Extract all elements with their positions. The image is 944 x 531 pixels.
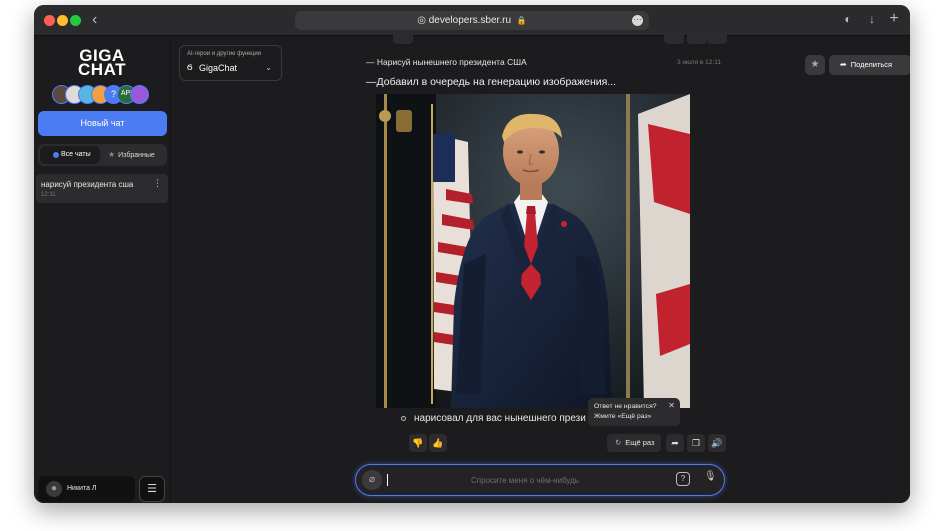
previous-action-2[interactable] (687, 30, 707, 44)
avatar: ● (46, 481, 62, 497)
share-answer-button[interactable]: ➦ (666, 434, 684, 452)
model-name: GigaChat (199, 63, 238, 73)
share-icon: ➦ (671, 438, 679, 448)
user-message: — Нарисуй нынешнего президента США (366, 57, 527, 67)
previous-action-3[interactable] (707, 30, 727, 44)
tooltip-line-2: Жмите «Ещё раз» (594, 413, 652, 420)
user-name: Никита Л (67, 485, 97, 492)
text-cursor (387, 474, 388, 486)
like-button[interactable]: 👍 (429, 434, 447, 452)
chat-list-item[interactable]: нарисуй президента сша 12:11 ⋮ (36, 174, 168, 203)
copy-icon: ❐ (691, 438, 701, 448)
star-icon: ★ (108, 150, 116, 159)
gigachat-icon: ϭ (187, 62, 193, 73)
retry-tooltip: Ответ не нравится? Жмите «Ещё раз» ✕ (588, 398, 680, 426)
page-menu-icon[interactable]: ··· (632, 15, 643, 26)
tab-favorites-label: Избранные (118, 152, 155, 159)
copy-button[interactable]: ❐ (687, 434, 705, 452)
refresh-icon: ↻ (615, 438, 622, 447)
speaker-icon: 🔊 (711, 438, 723, 448)
thumbs-down-icon: 👎 (412, 438, 424, 448)
previous-action-1[interactable] (664, 30, 684, 44)
share-label: Поделиться (850, 60, 893, 69)
microphone-icon[interactable]: 🎙 (704, 471, 717, 482)
thumbs-up-icon: 👍 (432, 438, 444, 448)
tab-favorites[interactable]: ★ Избранные (108, 146, 165, 164)
logo-line-2: CHAT (78, 60, 126, 79)
model-selector[interactable]: AI-герои и другие функции ϭ GigaChat ⌄ (179, 45, 282, 81)
bullet-icon (401, 415, 406, 421)
bullet-text: нарисовал для вас нынешнего прези (414, 413, 586, 424)
retry-button[interactable]: ↻ Ещё раз (607, 434, 661, 452)
new-chat-button[interactable]: Новый чат (38, 111, 167, 136)
browser-titlebar: ‹ ◎ developers.sber.ru 🔒 ··· ◐ ↓ + (34, 5, 910, 36)
new-tab-icon[interactable]: + (887, 11, 901, 27)
chat-title: нарисуй президента сша (41, 180, 134, 189)
bot-message: —Добавил в очередь на генерацию изображе… (366, 76, 617, 88)
previous-message-actions (393, 30, 413, 44)
message-input[interactable] (390, 469, 660, 491)
chat-options-icon[interactable]: ⋮ (153, 178, 162, 189)
close-window-button[interactable] (44, 15, 55, 26)
retry-label: Ещё раз (625, 438, 655, 447)
model-caption: AI-герои и другие функции (187, 51, 262, 57)
maximize-window-button[interactable] (70, 15, 81, 26)
dislike-button[interactable]: 👎 (409, 434, 427, 452)
minimize-window-button[interactable] (57, 15, 68, 26)
chat-filter-tabs: Все чаты ★ Избранные (38, 144, 167, 166)
hero-avatar-7[interactable] (130, 85, 149, 104)
share-button[interactable]: ➦ Поделиться (829, 55, 910, 75)
user-profile[interactable]: ● Никита Л (38, 476, 135, 502)
lock-icon: 🔒 (516, 16, 527, 25)
address-bar[interactable]: ◎ developers.sber.ru 🔒 ··· (295, 11, 649, 30)
gigachat-logo[interactable]: GIGA CHAT (62, 47, 142, 79)
chat-time: 12:11 (41, 192, 56, 198)
tab-all-chats[interactable]: Все чаты (40, 146, 100, 164)
url-text: developers.sber.ru (428, 15, 512, 26)
share-icon: ➦ (840, 60, 847, 69)
tab-all-chats-label: Все чаты (61, 151, 91, 158)
chat-main: AI-герои и другие функции ϭ GigaChat ⌄ —… (171, 30, 910, 503)
message-composer: ⌀ ? 🎙 (355, 464, 725, 496)
browser-window: ‹ ◎ developers.sber.ru 🔒 ··· ◐ ↓ + GIGA … (34, 5, 910, 503)
sidebar: GIGA CHAT ? API Новый чат Все чаты ★ Избр… (34, 36, 171, 503)
generated-image[interactable] (376, 94, 690, 408)
bot-response-text: нарисовал для вас нынешнего прези (401, 413, 586, 424)
message-timestamp: 3 июля в 12:11 (677, 59, 721, 66)
star-icon: ★ (810, 59, 820, 70)
dark-mode-icon[interactable]: ◐ (841, 12, 855, 26)
speak-button[interactable]: 🔊 (708, 434, 726, 452)
attach-icon[interactable]: ⌀ (362, 470, 382, 490)
close-icon[interactable]: ✕ (668, 401, 675, 410)
download-icon[interactable]: ↓ (865, 12, 879, 26)
menu-icon[interactable]: ☰ (139, 476, 165, 502)
globe-icon: ◎ (417, 15, 426, 26)
tooltip-line-1: Ответ не нравится? (594, 403, 657, 410)
help-icon[interactable]: ? (676, 472, 690, 486)
chevron-down-icon: ⌄ (265, 63, 272, 72)
back-icon[interactable]: ‹ (92, 11, 97, 29)
favorite-button[interactable]: ★ (805, 55, 825, 75)
